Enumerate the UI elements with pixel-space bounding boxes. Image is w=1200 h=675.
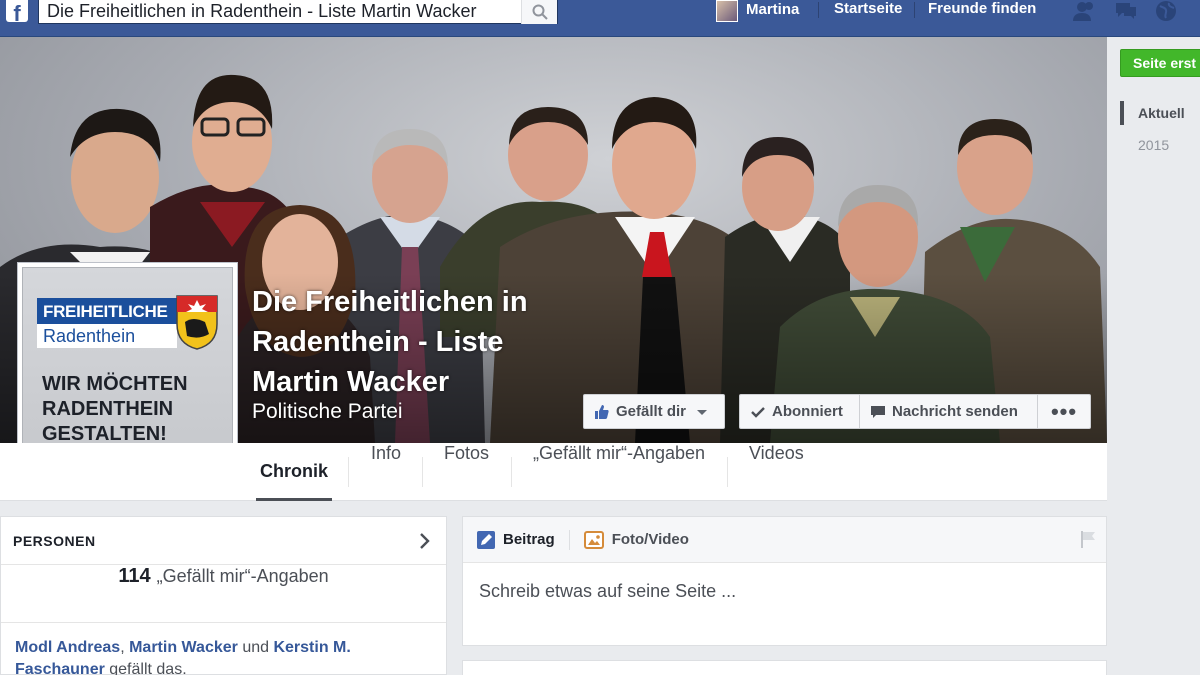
tab-fotos[interactable]: Fotos bbox=[440, 443, 493, 501]
likes-count-row[interactable]: 114 „Gefällt mir“-Angaben bbox=[1, 565, 446, 623]
like-button[interactable]: Gefällt dir bbox=[583, 394, 725, 429]
composer-input[interactable]: Schreib etwas auf seine Seite ... bbox=[463, 563, 1106, 620]
more-icon: ••• bbox=[1050, 398, 1078, 424]
composer-tab-photo[interactable]: Foto/Video bbox=[583, 530, 689, 549]
page-title-line: Martin Wacker bbox=[252, 366, 450, 398]
send-message-button[interactable]: Nachricht senden bbox=[859, 394, 1038, 429]
slogan-line: WIR MÖCHTEN bbox=[42, 373, 188, 395]
tab-divider bbox=[348, 457, 349, 487]
page-title: Die Freiheitlichen in Radenthein - Liste… bbox=[252, 282, 592, 402]
like-button-label: Gefällt dir bbox=[616, 403, 687, 420]
pencil-icon bbox=[477, 530, 495, 549]
search-icon bbox=[532, 4, 548, 20]
post-composer: Beitrag Foto/Video Schreib etwas auf sei… bbox=[462, 516, 1107, 646]
checkmark-icon bbox=[751, 406, 765, 418]
friend-link[interactable]: Modl Andreas bbox=[15, 639, 120, 656]
profile-link[interactable]: Martina bbox=[716, 0, 799, 22]
friends-who-like: Modl Andreas, Martin Wacker und Kerstin … bbox=[1, 623, 446, 675]
likes-label: „Gefällt mir“-Angaben bbox=[156, 566, 329, 586]
tab-divider bbox=[511, 457, 512, 487]
composer-tab-post[interactable]: Beitrag bbox=[477, 530, 555, 549]
people-card: PERSONEN 114 „Gefällt mir“-Angaben Modl A… bbox=[0, 516, 447, 675]
tab-likes[interactable]: „Gefällt mir“-Angaben bbox=[529, 443, 709, 501]
nav-divider bbox=[818, 2, 819, 18]
user-name-label: Martina bbox=[746, 1, 800, 18]
party-logo: FREIHEITLICHE Radenthein bbox=[37, 298, 177, 350]
page-tabs: Chronik Info Fotos „Gefällt mir“-Angaben… bbox=[0, 443, 1107, 501]
messages-icon[interactable] bbox=[1114, 0, 1138, 22]
avatar bbox=[716, 0, 738, 22]
more-options-button[interactable]: ••• bbox=[1037, 394, 1091, 429]
coat-of-arms-icon bbox=[176, 295, 218, 350]
page-title-line: Radenthein - Liste bbox=[252, 326, 504, 358]
logo-text-bottom: Radenthein bbox=[37, 324, 177, 348]
page-title-line: Die Freiheitlichen in bbox=[252, 286, 528, 318]
photo-icon bbox=[583, 530, 604, 549]
year-link-current[interactable]: Aktuell bbox=[1120, 101, 1185, 125]
tab-divider bbox=[727, 457, 728, 487]
tab-chronik[interactable]: Chronik bbox=[256, 443, 333, 501]
facebook-logo-icon[interactable]: f bbox=[6, 0, 28, 26]
right-column: Seite erst Aktuell 2015 bbox=[1108, 37, 1200, 675]
next-post-card bbox=[462, 660, 1107, 675]
people-card-header[interactable]: PERSONEN bbox=[1, 517, 446, 565]
notifications-globe-icon[interactable] bbox=[1154, 0, 1178, 22]
year-link-2015[interactable]: 2015 bbox=[1120, 133, 1185, 157]
page-category[interactable]: Politische Partei bbox=[252, 400, 403, 424]
friend-requests-icon[interactable] bbox=[1072, 0, 1096, 22]
people-card-title: PERSONEN bbox=[13, 532, 96, 549]
caret-down-icon bbox=[697, 409, 708, 415]
tab-info[interactable]: Info bbox=[367, 443, 405, 501]
find-friends-link[interactable]: Freunde finden bbox=[928, 0, 1036, 20]
slogan: WIR MÖCHTEN RADENTHEIN GESTALTEN! bbox=[42, 372, 222, 447]
separator-text: , bbox=[120, 639, 130, 656]
logo-text-top: FREIHEITLICHE bbox=[37, 298, 177, 324]
search-button[interactable] bbox=[521, 0, 557, 24]
likes-count: 114 bbox=[118, 565, 151, 587]
likes-suffix: gefällt das. bbox=[104, 661, 187, 675]
search-bar bbox=[38, 0, 558, 24]
composer-tab-divider bbox=[568, 529, 570, 550]
create-page-button[interactable]: Seite erst bbox=[1120, 49, 1200, 77]
subscribed-button[interactable]: Abonniert bbox=[739, 394, 860, 429]
composer-tab-post-label: Beitrag bbox=[503, 531, 555, 548]
flag-icon[interactable] bbox=[1078, 529, 1098, 549]
tab-videos[interactable]: Videos bbox=[745, 443, 808, 501]
subscribed-button-label: Abonniert bbox=[772, 403, 843, 420]
slogan-line: RADENTHEIN bbox=[42, 398, 174, 420]
send-message-label: Nachricht senden bbox=[892, 403, 1018, 420]
chevron-right-icon[interactable] bbox=[414, 531, 434, 551]
composer-tab-photo-label: Foto/Video bbox=[611, 531, 689, 548]
home-link[interactable]: Startseite bbox=[834, 0, 902, 20]
message-icon bbox=[871, 405, 885, 418]
thumbs-up-icon bbox=[595, 404, 609, 419]
tab-divider bbox=[422, 457, 423, 487]
top-navigation-bar: f Martina Startseite Freunde finden bbox=[0, 0, 1200, 37]
nav-divider bbox=[914, 2, 915, 18]
timeline-year-nav: Aktuell 2015 bbox=[1120, 101, 1185, 165]
friend-link[interactable]: Martin Wacker bbox=[129, 639, 238, 656]
separator-text: und bbox=[237, 639, 274, 656]
composer-tabs: Beitrag Foto/Video bbox=[463, 517, 1106, 563]
search-input[interactable] bbox=[39, 0, 521, 23]
